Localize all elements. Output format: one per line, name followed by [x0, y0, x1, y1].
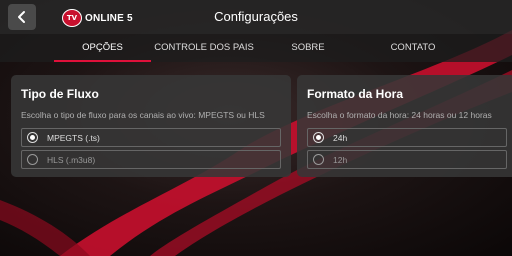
- card-description: Escolha o formato da hora: 24 horas ou 1…: [307, 110, 492, 120]
- option-label: MPEGTS (.ts): [47, 132, 100, 143]
- tab-controle-dos-pais[interactable]: CONTROLE DOS PAIS: [150, 34, 258, 62]
- page-title: Configurações: [214, 9, 298, 24]
- radio-unchecked-icon: [27, 154, 38, 165]
- option-12h[interactable]: 12h: [307, 150, 507, 169]
- option-24h[interactable]: 24h: [307, 128, 507, 147]
- option-hls[interactable]: HLS (.m3u8): [21, 150, 281, 169]
- card-tipo-de-fluxo: Tipo de Fluxo Escolha o tipo de fluxo pa…: [11, 75, 291, 177]
- tab-opcoes[interactable]: OPÇÕES: [54, 34, 151, 62]
- card-formato-da-hora: Formato da Hora Escolha o formato da hor…: [297, 75, 512, 177]
- active-tab-indicator: [54, 60, 151, 62]
- tab-contato[interactable]: CONTATO: [366, 34, 460, 62]
- radio-checked-icon: [27, 132, 38, 143]
- radio-checked-icon: [313, 132, 324, 143]
- radio-unchecked-icon: [313, 154, 324, 165]
- top-bar: TV ONLINE 5 Configurações: [0, 0, 512, 34]
- option-label: HLS (.m3u8): [47, 154, 96, 165]
- option-mpegts[interactable]: MPEGTS (.ts): [21, 128, 281, 147]
- option-label: 24h: [333, 132, 348, 143]
- card-description: Escolha o tipo de fluxo para os canais a…: [21, 110, 265, 120]
- card-title: Tipo de Fluxo: [21, 87, 99, 101]
- tab-sobre[interactable]: SOBRE: [270, 34, 346, 62]
- card-title: Formato da Hora: [307, 87, 404, 101]
- tab-bar: OPÇÕES CONTROLE DOS PAIS SOBRE CONTATO: [0, 34, 512, 62]
- option-label: 12h: [333, 154, 348, 165]
